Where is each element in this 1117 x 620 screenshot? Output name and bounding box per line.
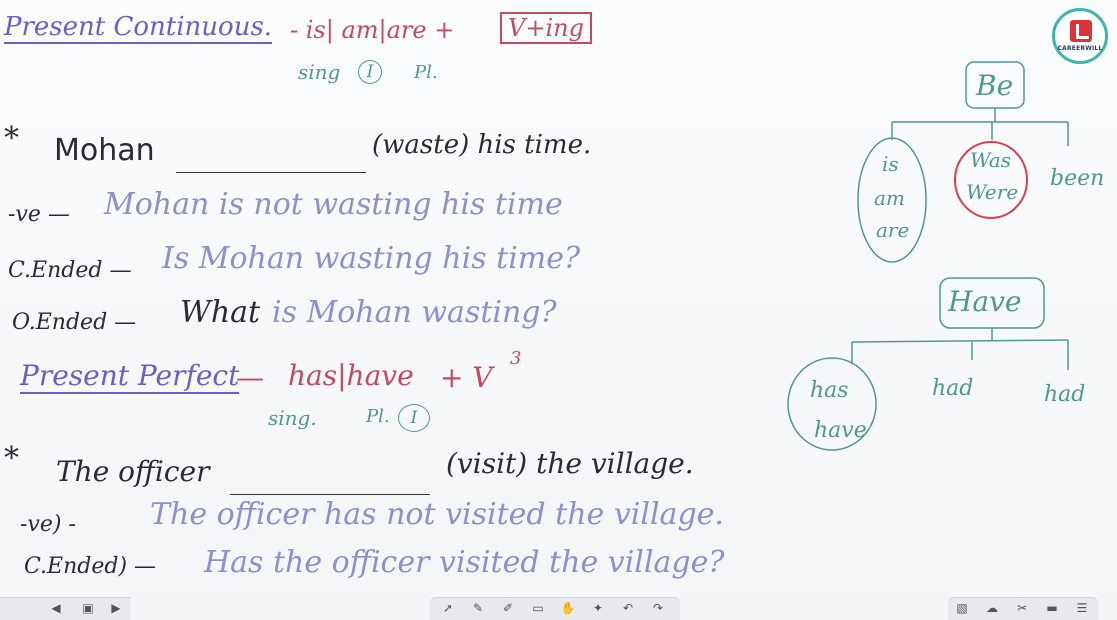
ex2-closed-text: Has the officer visited the village? xyxy=(204,545,725,580)
ex1-star-icon: * xyxy=(4,121,19,156)
ex2-star-icon: * xyxy=(4,441,19,476)
ex1-verb-hint: (waste) his time. xyxy=(372,130,592,160)
highlighter-icon[interactable]: ✐ xyxy=(500,601,516,616)
whiteboard: CAREERWILL Present Continuous. - is| am|… xyxy=(0,0,1117,620)
logo-text: CAREERWILL xyxy=(1057,45,1103,52)
ex1-closed-label: C.Ended — xyxy=(8,258,132,283)
ex2-neg-text: The officer has not visited the village. xyxy=(150,497,724,532)
ex2-neg-label: -ve) - xyxy=(20,512,76,537)
screen-icon[interactable]: ▬ xyxy=(1044,601,1060,616)
laser-icon[interactable]: ✦ xyxy=(590,601,606,616)
ex1-blank xyxy=(176,160,366,176)
ex2-verb-hint: (visit) the village. xyxy=(446,447,694,480)
be-left-is: is xyxy=(882,152,899,176)
have-root: Have xyxy=(948,285,1022,318)
ex1-neg-label: -ve — xyxy=(8,202,70,227)
page-icon[interactable]: ▣ xyxy=(80,601,96,616)
pp-superscript: 3 xyxy=(510,348,522,369)
have-left-have: have xyxy=(814,418,867,443)
pc-formula-box: V+ing xyxy=(500,12,592,44)
be-left-am: am xyxy=(874,186,905,210)
be-left-are: are xyxy=(876,218,910,242)
cloud-icon[interactable]: ☁ xyxy=(984,601,1000,616)
be-right-been: been xyxy=(1050,166,1105,191)
pp-i-label: I xyxy=(398,404,430,432)
ex1-open-text: is Mohan wasting? xyxy=(272,295,557,330)
ex1-open-label: O.Ended — xyxy=(12,310,137,335)
ex1-closed-text: Is Mohan wasting his time? xyxy=(162,241,581,276)
be-root: Be xyxy=(976,69,1014,102)
be-mid-were: Were xyxy=(966,180,1019,204)
hand-icon[interactable]: ✋ xyxy=(560,601,576,616)
ex2-subject: The officer xyxy=(56,455,210,488)
next-icon[interactable]: ▶ xyxy=(108,601,124,616)
menu-icon[interactable]: ☰ xyxy=(1074,601,1090,616)
image-icon[interactable]: ▧ xyxy=(954,601,970,616)
ex2-closed-label: C.Ended) — xyxy=(24,554,157,579)
have-mid-had: had xyxy=(932,376,974,401)
pp-pl-label: Pl. xyxy=(366,406,390,427)
pc-sing-label: sing xyxy=(298,60,341,84)
eraser-icon[interactable]: ▭ xyxy=(530,601,546,616)
ex2-blank xyxy=(230,482,430,498)
pp-dash: — xyxy=(236,361,264,394)
ex1-open-word: What xyxy=(180,295,261,330)
pc-i-label: I xyxy=(358,60,382,84)
redo-icon[interactable]: ↷ xyxy=(650,601,666,616)
present-perfect-title: Present Perfect xyxy=(20,359,240,394)
utility-toolbar: ▧ ☁ ✂ ▬ ☰ xyxy=(948,597,1098,620)
ex1-subject: Mohan xyxy=(54,133,155,168)
pc-pl-label: Pl. xyxy=(414,62,438,83)
ex1-neg-text: Mohan is not wasting his time xyxy=(104,187,563,222)
be-mid-was: Was xyxy=(970,148,1012,172)
pen-icon[interactable]: ✎ xyxy=(470,601,486,616)
have-right-had: had xyxy=(1044,382,1086,407)
logo-mark-icon xyxy=(1070,20,1092,42)
prev-icon[interactable]: ◀ xyxy=(48,601,64,616)
pp-formula: has|have xyxy=(288,359,414,392)
page-nav-toolbar: ◀ ▣ ▶ xyxy=(0,597,130,620)
pointer-icon[interactable]: ➚ xyxy=(440,601,456,616)
pc-formula-prefix: - is| am|are + xyxy=(290,16,455,44)
have-left-has: has xyxy=(810,378,849,403)
present-continuous-title: Present Continuous. xyxy=(4,12,273,44)
pp-sing-label: sing. xyxy=(268,406,317,430)
pp-plus-v: + V xyxy=(440,361,493,394)
drawing-toolbar: ➚ ✎ ✐ ▭ ✋ ✦ ↶ ↷ xyxy=(430,597,680,620)
tools-icon[interactable]: ✂ xyxy=(1014,601,1030,616)
undo-icon[interactable]: ↶ xyxy=(620,601,636,616)
